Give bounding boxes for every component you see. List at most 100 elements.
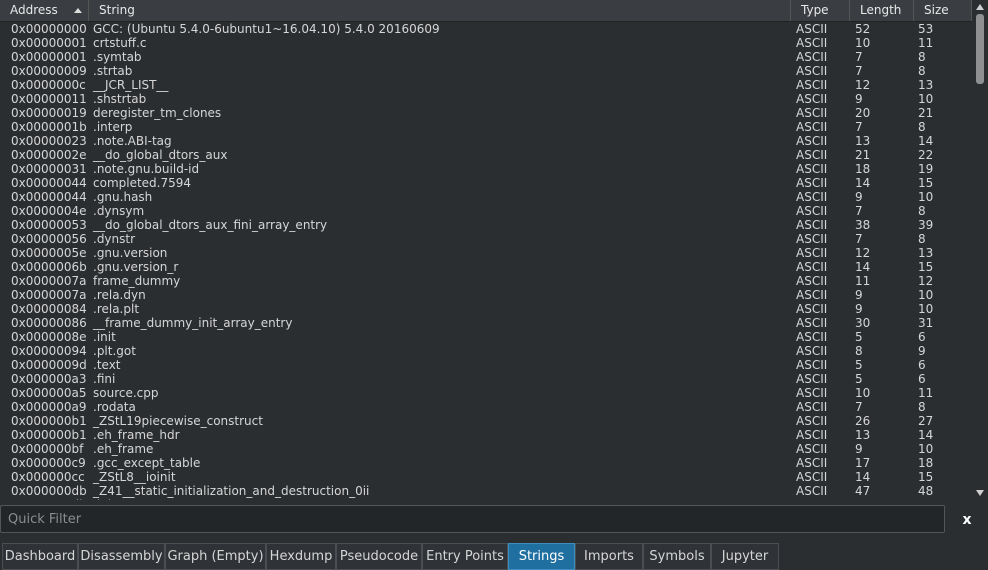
tab-imports[interactable]: Imports [575, 543, 643, 570]
quick-filter-bar: x [0, 505, 988, 535]
table-row[interactable]: 0x000000b1 _ZStL19piecewise_construct ASCI… [0, 414, 972, 428]
cell-size: 10 [918, 288, 934, 302]
cell-address: 0x00000000 [11, 22, 87, 36]
cell-string: .rela.plt [93, 302, 140, 316]
column-header-size[interactable]: Size [914, 0, 972, 21]
table-row[interactable]: 0x00000056 .dynstr ASCII 7 8 [0, 232, 972, 246]
cell-type: ASCII [796, 22, 828, 36]
cell-size: 13 [918, 246, 934, 260]
cell-string: GCC: (Ubuntu 5.4.0-6ubuntu1~16.04.10) 5.… [93, 22, 440, 36]
table-row[interactable]: 0x00000009 .strtab ASCII 7 8 [0, 64, 972, 78]
scrollbar-thumb[interactable] [976, 14, 984, 84]
cell-length: 10 [855, 386, 871, 400]
cell-type: ASCII [796, 330, 828, 344]
cell-size: 8 [918, 50, 926, 64]
tab-strings[interactable]: Strings [508, 543, 575, 570]
tab-symbols[interactable]: Symbols [643, 543, 711, 570]
cell-address: 0x0000007a [11, 288, 87, 302]
table-row[interactable]: 0x000000bf .eh_frame ASCII 9 10 [0, 442, 972, 456]
quick-filter-input[interactable] [0, 505, 945, 533]
cell-length: 5 [855, 358, 863, 372]
table-row[interactable]: 0x00000011 .shstrtab ASCII 9 10 [0, 92, 972, 106]
sort-ascending-icon [74, 8, 82, 13]
cell-type: ASCII [796, 176, 828, 190]
cell-address: 0x0000000c [11, 78, 86, 92]
cell-string: .note.gnu.build-id [93, 162, 200, 176]
table-row[interactable]: 0x0000007a frame_dummy ASCII 11 12 [0, 274, 972, 288]
table-row[interactable]: 0x000000a9 .rodata ASCII 7 8 [0, 400, 972, 414]
cell-length: 52 [855, 22, 871, 36]
table-row[interactable]: 0x00000084 .rela.plt ASCII 9 10 [0, 302, 972, 316]
cell-size: 14 [918, 134, 934, 148]
cell-size: 10 [918, 302, 934, 316]
table-row[interactable]: 0x0000002e __do_global_dtors_aux ASCII 21 22 [0, 148, 972, 162]
cell-length: 9 [855, 302, 863, 316]
table-row[interactable]: 0x000000c9 .gcc_except_table ASCII 17 18 [0, 456, 972, 470]
table-row[interactable]: 0x0000007a .rela.dyn ASCII 9 10 [0, 288, 972, 302]
tab-pseudocode[interactable]: Pseudocode [336, 543, 422, 570]
cell-address: 0x0000006b [11, 260, 87, 274]
tab-graph[interactable]: Graph (Empty) [165, 543, 266, 570]
cell-string: .gnu.version_r [93, 260, 179, 274]
cell-length: 9 [855, 190, 863, 204]
scroll-up-arrow-icon[interactable] [976, 4, 984, 10]
table-row[interactable]: 0x000000db .init_array ASCII 11 12 [0, 498, 972, 500]
cell-size: 8 [918, 400, 926, 414]
clear-filter-button[interactable]: x [955, 505, 979, 535]
column-header-label: Size [924, 3, 949, 17]
cell-type: ASCII [796, 232, 828, 246]
tab-hexdump[interactable]: Hexdump [266, 543, 336, 570]
table-row[interactable]: 0x00000031 .note.gnu.build-id ASCII 18 19 [0, 162, 972, 176]
table-row[interactable]: 0x00000001 .symtab ASCII 7 8 [0, 50, 972, 64]
cell-string: source.cpp [93, 386, 159, 400]
table-row[interactable]: 0x000000a3 .fini ASCII 5 6 [0, 372, 972, 386]
cell-address: 0x0000009d [11, 358, 87, 372]
cell-address: 0x00000056 [11, 232, 87, 246]
cell-length: 12 [855, 78, 871, 92]
column-header-label: Address [10, 3, 58, 17]
table-row[interactable]: 0x0000001b .interp ASCII 7 8 [0, 120, 972, 134]
table-row[interactable]: 0x000000b1 .eh_frame_hdr ASCII 13 14 [0, 428, 972, 442]
cell-length: 13 [855, 134, 871, 148]
table-row[interactable]: 0x00000044 .gnu.hash ASCII 9 10 [0, 190, 972, 204]
table-row[interactable]: 0x000000db _Z41__static_initialization_an… [0, 484, 972, 498]
tab-entry-points[interactable]: Entry Points [422, 543, 508, 570]
cell-size: 27 [918, 414, 934, 428]
table-row[interactable]: 0x0000005e .gnu.version ASCII 12 13 [0, 246, 972, 260]
table-row[interactable]: 0x00000000 GCC: (Ubuntu 5.4.0-6ubuntu1~16… [0, 22, 972, 36]
cell-string: __JCR_LIST__ [93, 78, 169, 92]
cell-type: ASCII [796, 64, 828, 78]
table-row[interactable]: 0x000000a5 source.cpp ASCII 10 11 [0, 386, 972, 400]
table-row[interactable]: 0x000000cc _ZStL8__ioinit ASCII 14 15 [0, 470, 972, 484]
cell-string: deregister_tm_clones [93, 106, 222, 120]
cell-address: 0x00000031 [11, 162, 87, 176]
table-row[interactable]: 0x00000053 __do_global_dtors_aux_fini_arr… [0, 218, 972, 232]
table-row[interactable]: 0x0000006b .gnu.version_r ASCII 14 15 [0, 260, 972, 274]
tab-disassembly[interactable]: Disassembly [78, 543, 165, 570]
tab-jupyter[interactable]: Jupyter [711, 543, 779, 570]
tab-dashboard[interactable]: Dashboard [2, 543, 78, 570]
column-header-length[interactable]: Length [850, 0, 914, 21]
cell-size: 11 [918, 36, 934, 50]
table-row[interactable]: 0x00000086 __frame_dummy_init_array_entry… [0, 316, 972, 330]
table-row[interactable]: 0x00000044 completed.7594 ASCII 14 15 [0, 176, 972, 190]
table-row[interactable]: 0x00000019 deregister_tm_clones ASCII 20 21 [0, 106, 972, 120]
vertical-scrollbar[interactable] [972, 0, 988, 500]
strings-table: Address String Type Length Size 0x000000… [0, 0, 972, 500]
column-header-address[interactable]: Address [0, 0, 89, 21]
table-row[interactable]: 0x00000001 crtstuff.c ASCII 10 11 [0, 36, 972, 50]
table-row[interactable]: 0x00000023 .note.ABI-tag ASCII 13 14 [0, 134, 972, 148]
table-row[interactable]: 0x00000094 .plt.got ASCII 8 9 [0, 344, 972, 358]
cell-length: 7 [855, 50, 863, 64]
table-row[interactable]: 0x0000004e .dynsym ASCII 7 8 [0, 204, 972, 218]
scroll-down-arrow-icon[interactable] [976, 490, 984, 496]
table-row[interactable]: 0x0000000c __JCR_LIST__ ASCII 12 13 [0, 78, 972, 92]
cell-size: 19 [918, 162, 934, 176]
table-row[interactable]: 0x0000009d .text ASCII 5 6 [0, 358, 972, 372]
column-header-string[interactable]: String [89, 0, 791, 21]
cell-length: 38 [855, 218, 871, 232]
table-row[interactable]: 0x0000008e .init ASCII 5 6 [0, 330, 972, 344]
cell-size: 21 [918, 106, 934, 120]
column-header-type[interactable]: Type [791, 0, 850, 21]
column-header-label: String [99, 3, 135, 17]
